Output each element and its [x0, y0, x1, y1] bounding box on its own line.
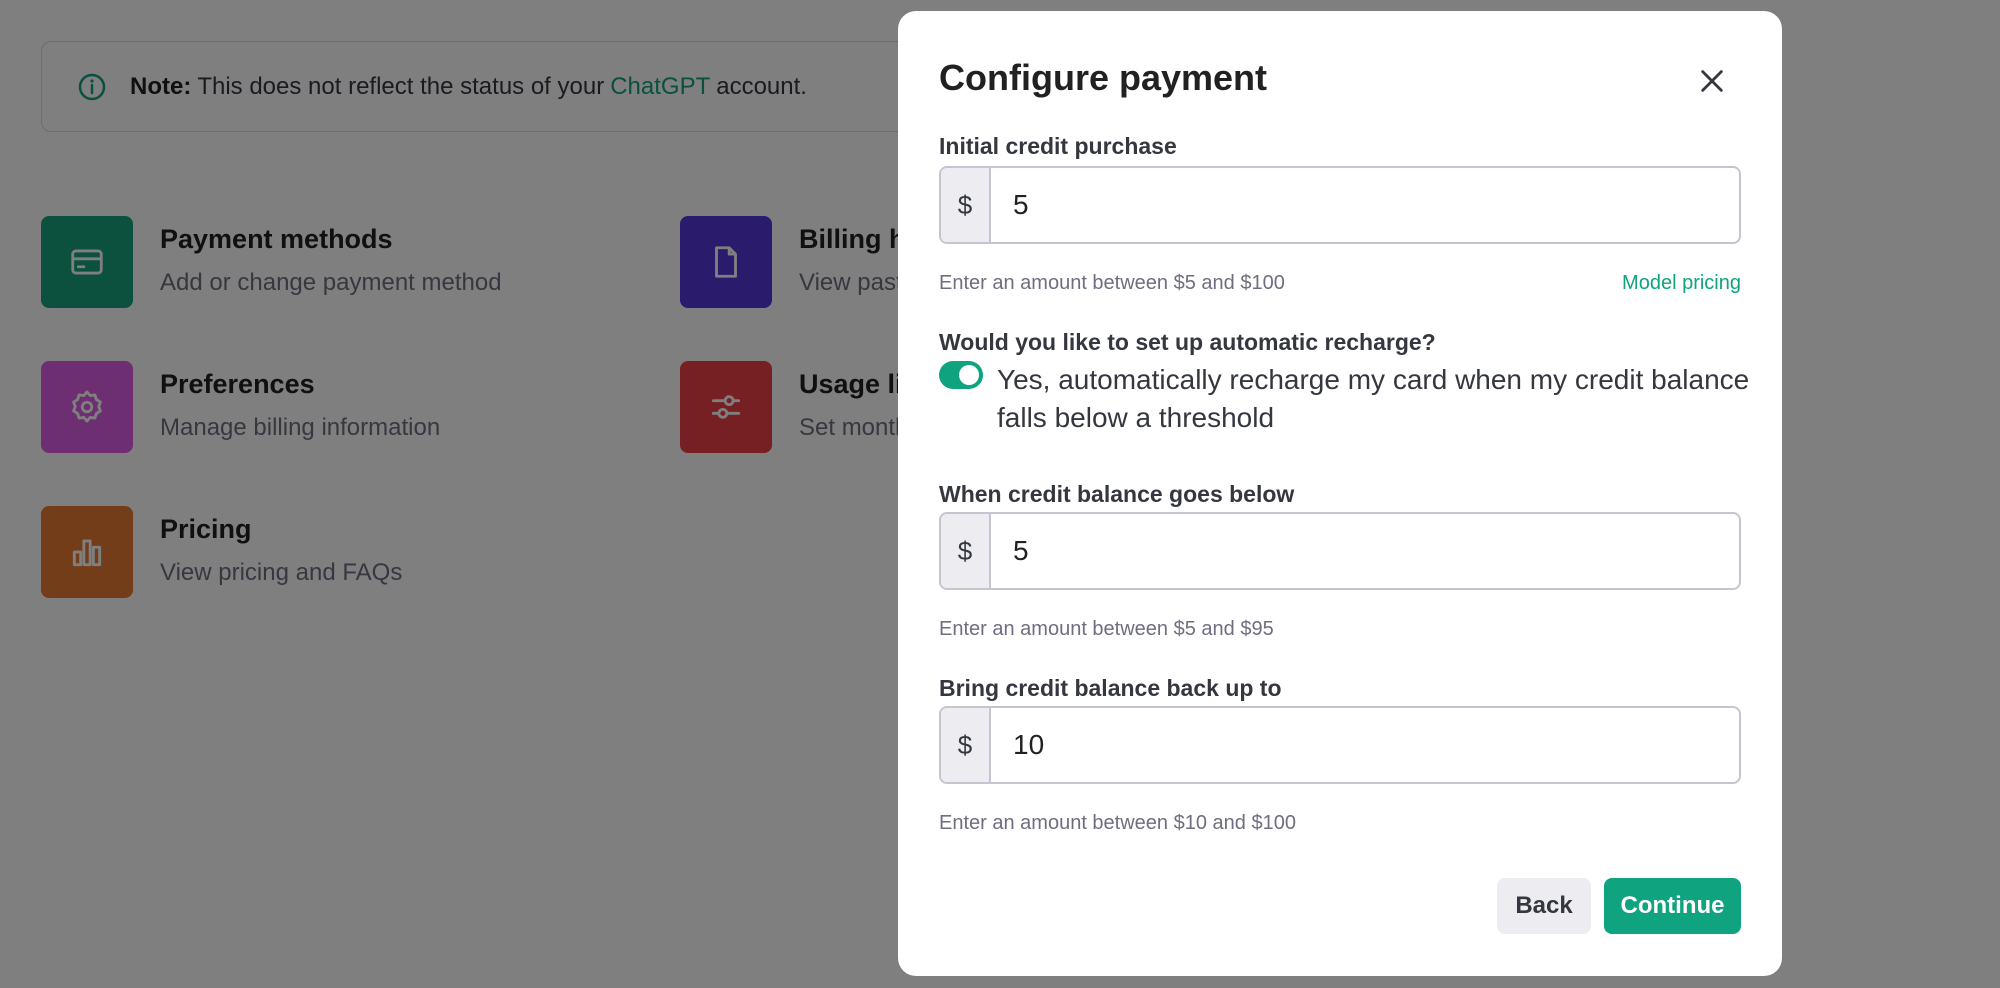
initial-credit-field[interactable]: $ 5 [939, 166, 1741, 244]
target-balance-hint: Enter an amount between $10 and $100 [939, 812, 1296, 834]
threshold-field[interactable]: $ 5 [939, 512, 1741, 590]
billing-page: Note: This does not reflect the status o… [0, 0, 2000, 988]
currency-prefix: $ [941, 708, 991, 782]
currency-prefix: $ [941, 168, 991, 242]
threshold-input[interactable]: 5 [991, 514, 1739, 588]
currency-prefix: $ [941, 514, 991, 588]
target-balance-label: Bring credit balance back up to [939, 675, 1282, 701]
auto-recharge-toggle-label: Yes, automatically recharge my card when… [997, 364, 1750, 433]
auto-recharge-question: Would you like to set up automatic recha… [939, 329, 1436, 355]
back-button[interactable]: Back [1497, 878, 1591, 934]
target-balance-input[interactable]: 10 [991, 708, 1739, 782]
dialog-title: Configure payment [939, 57, 1268, 98]
toggle-knob [959, 365, 979, 385]
configure-payment-dialog: Configure payment Initial credit purchas… [898, 11, 1782, 976]
initial-credit-input[interactable]: 5 [991, 168, 1739, 242]
close-button[interactable] [1692, 61, 1732, 101]
target-balance-field[interactable]: $ 10 [939, 706, 1741, 784]
initial-credit-label: Initial credit purchase [939, 133, 1177, 159]
auto-recharge-toggle[interactable] [939, 361, 983, 389]
initial-credit-hint: Enter an amount between $5 and $100 [939, 272, 1285, 294]
close-icon [1701, 70, 1723, 92]
threshold-label: When credit balance goes below [939, 481, 1295, 507]
continue-button[interactable]: Continue [1604, 878, 1741, 934]
model-pricing-link[interactable]: Model pricing [1622, 272, 1741, 295]
threshold-hint: Enter an amount between $5 and $95 [939, 618, 1274, 640]
